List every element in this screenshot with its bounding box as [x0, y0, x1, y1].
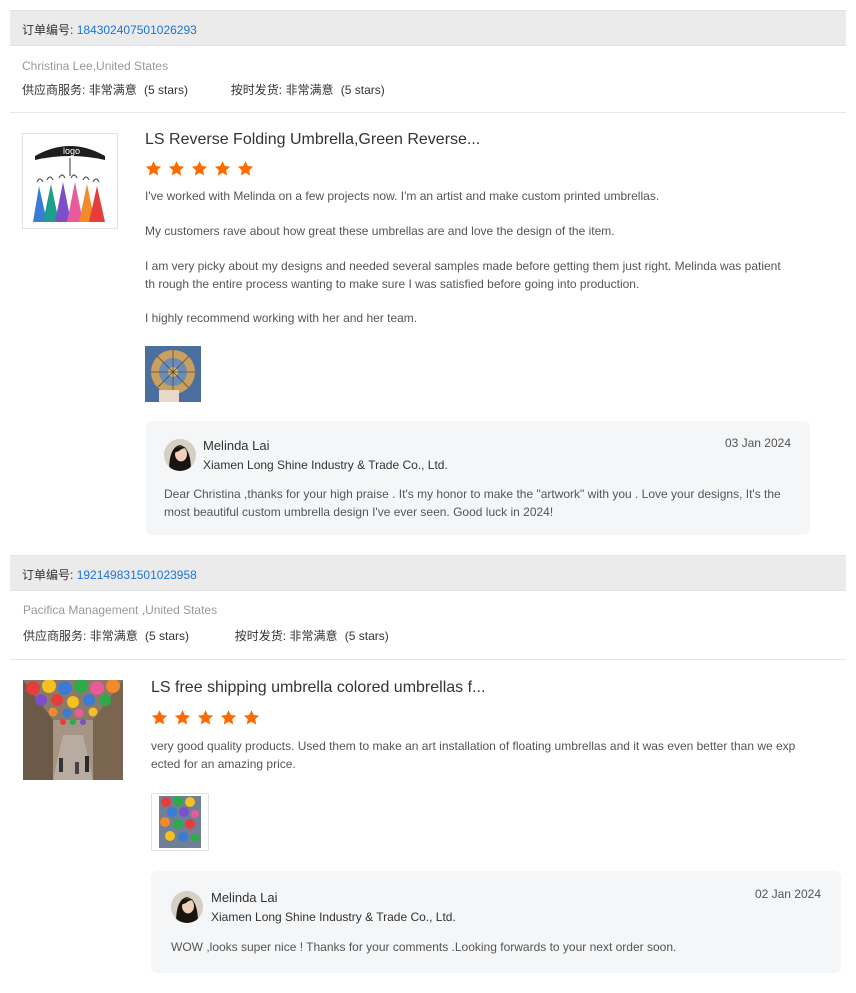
review-photo[interactable]: [145, 346, 201, 402]
reply-text: WOW ,looks super nice ! Thanks for your …: [171, 940, 677, 954]
shipping-stars: (5 stars): [340, 83, 385, 97]
reply-company: Xiamen Long Shine Industry & Trade Co., …: [211, 910, 456, 924]
star-icon: [145, 160, 162, 177]
buyer-name: Christina Lee,United States: [22, 59, 169, 73]
star-icon: [237, 160, 254, 177]
reply-company: Xiamen Long Shine Industry & Trade Co., …: [203, 458, 448, 472]
shipping-label: 按时发货:: [230, 83, 283, 97]
supplier-ratings: 供应商服务: 非常满意 (5 stars) 按时发货: 非常满意 (5 star…: [23, 627, 389, 644]
star-icon: [197, 709, 214, 726]
review-text: I've worked with Melinda on a few projec…: [145, 189, 660, 203]
order-number-label: 订单编号:: [22, 568, 74, 582]
shipping-rating: 非常满意: [285, 83, 334, 97]
umbrella-icon: [23, 680, 123, 780]
order-bar: 订单编号: 184302407501026293: [10, 10, 846, 46]
product-logo-text: logo: [63, 146, 80, 156]
service-label: 供应商服务:: [22, 83, 86, 97]
review-stars: [151, 709, 261, 731]
service-label: 供应商服务:: [23, 629, 87, 643]
reply-date: 02 Jan 2024: [754, 887, 821, 901]
star-icon: [151, 709, 168, 726]
shipping-label: 按时发货:: [234, 629, 287, 643]
star-icon: [168, 160, 185, 177]
umbrella-icon: [152, 794, 208, 850]
star-icon: [191, 160, 208, 177]
shipping-stars: (5 stars): [344, 629, 389, 643]
star-icon: [174, 709, 191, 726]
service-rating: 非常满意: [88, 83, 137, 97]
umbrella-icon: logo: [33, 146, 105, 222]
order-number-link[interactable]: 192149831501023958: [77, 568, 197, 582]
review-text: My customers rave about how great these …: [145, 224, 615, 238]
reply-seller-name: Melinda Lai: [211, 890, 278, 905]
seller-reply: Melinda Lai Xiamen Long Shine Industry &…: [146, 421, 810, 535]
product-title[interactable]: LS Reverse Folding Umbrella,Green Revers…: [145, 131, 480, 149]
buyer-name: Pacifica Management ,United States: [23, 603, 218, 617]
supplier-ratings: 供应商服务: 非常满意 (5 stars) 按时发货: 非常满意 (5 star…: [22, 81, 385, 98]
review-text: very good quality products. Used them to…: [151, 739, 796, 771]
review-text: I am very picky about my designs and nee…: [145, 259, 781, 291]
star-icon: [214, 160, 231, 177]
avatar: [164, 439, 196, 471]
review-stars: [145, 160, 255, 182]
reply-seller-name: Melinda Lai: [203, 438, 270, 453]
order-number-link[interactable]: 184302407501026293: [77, 23, 197, 37]
star-icon: [243, 709, 260, 726]
service-stars: (5 stars): [144, 83, 189, 97]
star-icon: [220, 709, 237, 726]
product-title[interactable]: LS free shipping umbrella colored umbrel…: [151, 679, 485, 697]
reply-text: Dear Christina ,thanks for your high pra…: [164, 487, 781, 519]
order-number-row: 订单编号: 184302407501026293: [22, 21, 197, 38]
order-number-row: 订单编号: 192149831501023958: [22, 566, 197, 583]
reply-date: 03 Jan 2024: [724, 436, 791, 450]
shipping-rating: 非常满意: [289, 629, 338, 643]
umbrella-icon: [145, 346, 201, 402]
avatar: [171, 891, 203, 923]
seller-reply: Melinda Lai Xiamen Long Shine Industry &…: [151, 871, 841, 973]
divider: [10, 112, 846, 113]
review-photo[interactable]: [151, 793, 209, 851]
divider: [10, 659, 846, 660]
order-bar: 订单编号: 192149831501023958: [10, 555, 846, 591]
service-stars: (5 stars): [145, 629, 190, 643]
review-text: I highly recommend working with her and …: [145, 311, 418, 325]
order-number-label: 订单编号:: [22, 23, 74, 37]
product-thumbnail[interactable]: logo: [22, 133, 118, 229]
service-rating: 非常满意: [89, 629, 138, 643]
product-thumbnail[interactable]: [23, 680, 123, 780]
